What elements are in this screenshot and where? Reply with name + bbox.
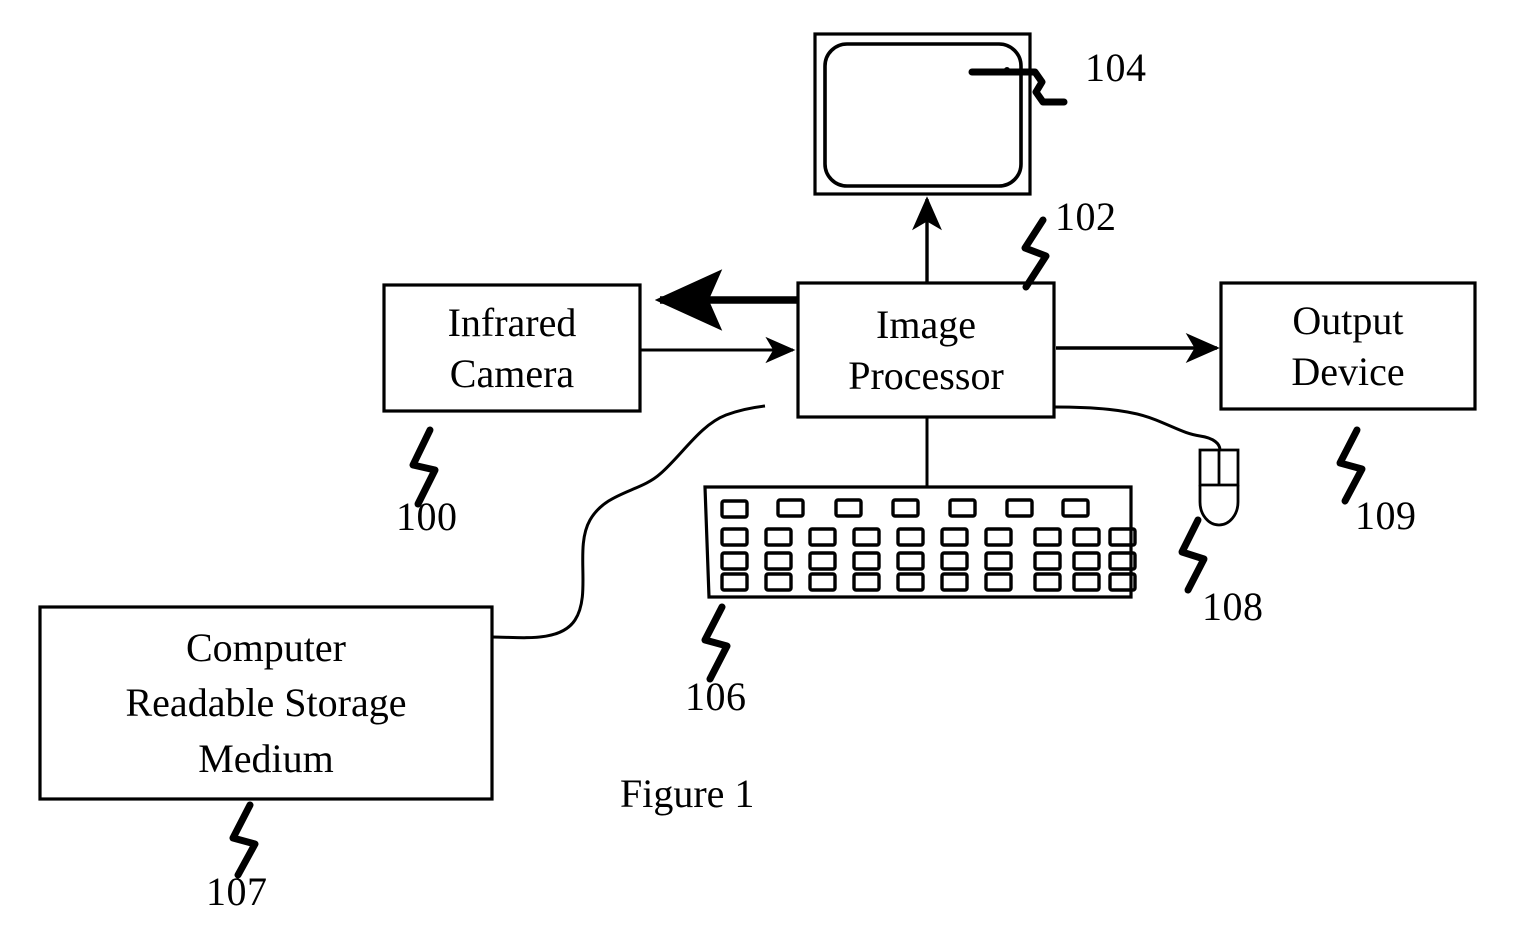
leader-106: [701, 603, 731, 683]
leader-107: [229, 801, 259, 879]
monitor-display: [813, 32, 1032, 196]
figure-caption: Figure 1: [620, 771, 755, 816]
mouse-device: [1198, 448, 1240, 527]
reference-numeral-102: 102: [1055, 194, 1117, 239]
leader-108: [1178, 516, 1208, 594]
reference-numeral-108: 108: [1202, 584, 1264, 629]
block-image-processor: [796, 281, 1056, 419]
reference-numeral-109: 109: [1355, 493, 1417, 538]
block-computer-readable-storage-medium: [38, 605, 494, 801]
leader-104: [1000, 68, 1068, 106]
reference-numeral-104: 104: [1085, 45, 1147, 90]
figure-drawing-canvas: [38, 32, 1477, 879]
keyboard-keys: [720, 498, 1137, 592]
reference-numeral-100: 100: [396, 494, 458, 539]
keyboard-device: [703, 485, 1137, 599]
patent-figure-1: Infrared Camera Image Processor Output D…: [0, 0, 1537, 949]
reference-numeral-106: 106: [685, 674, 747, 719]
reference-numeral-107: 107: [206, 869, 268, 914]
leader-109: [1336, 426, 1366, 505]
connection-mouse-to-processor: [1053, 405, 1222, 451]
block-infrared-camera: [382, 283, 642, 413]
leader-102: [1021, 216, 1050, 291]
block-output-device: [1219, 281, 1477, 411]
connection-storage-to-processor: [491, 404, 766, 640]
